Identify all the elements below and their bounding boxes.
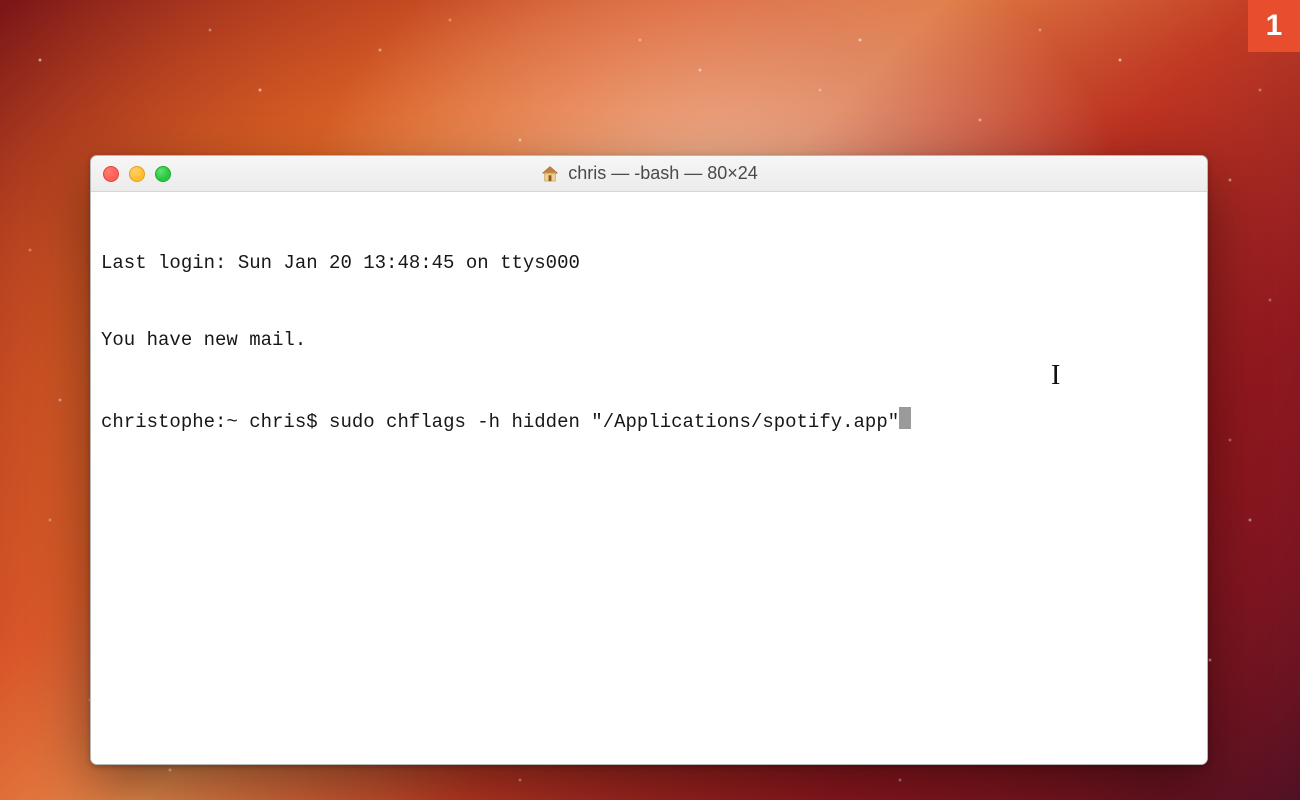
- terminal-line: You have new mail.: [101, 328, 1197, 354]
- minimize-button[interactable]: [129, 166, 145, 182]
- terminal-body[interactable]: Last login: Sun Jan 20 13:48:45 on ttys0…: [91, 192, 1207, 764]
- terminal-line: Last login: Sun Jan 20 13:48:45 on ttys0…: [101, 251, 1197, 277]
- step-number-badge: 1: [1248, 0, 1300, 52]
- ibeam-cursor-icon: I: [1051, 357, 1060, 395]
- window-title: chris — -bash — 80×24: [568, 163, 758, 184]
- step-number: 1: [1266, 9, 1283, 43]
- terminal-window[interactable]: chris — -bash — 80×24 Last login: Sun Ja…: [90, 155, 1208, 765]
- close-button[interactable]: [103, 166, 119, 182]
- terminal-command: sudo chflags -h hidden "/Applications/sp…: [329, 410, 899, 436]
- home-icon: [540, 164, 560, 184]
- window-titlebar[interactable]: chris — -bash — 80×24: [91, 156, 1207, 192]
- maximize-button[interactable]: [155, 166, 171, 182]
- terminal-prompt-line: christophe:~ chris$ sudo chflags -h hidd…: [101, 405, 1197, 435]
- terminal-prompt: christophe:~ chris$: [101, 410, 329, 436]
- window-title-wrap: chris — -bash — 80×24: [540, 163, 758, 184]
- window-controls: [103, 166, 171, 182]
- desktop-background: 1 chris — -bash — 80×24: [0, 0, 1300, 800]
- text-cursor: [899, 407, 911, 429]
